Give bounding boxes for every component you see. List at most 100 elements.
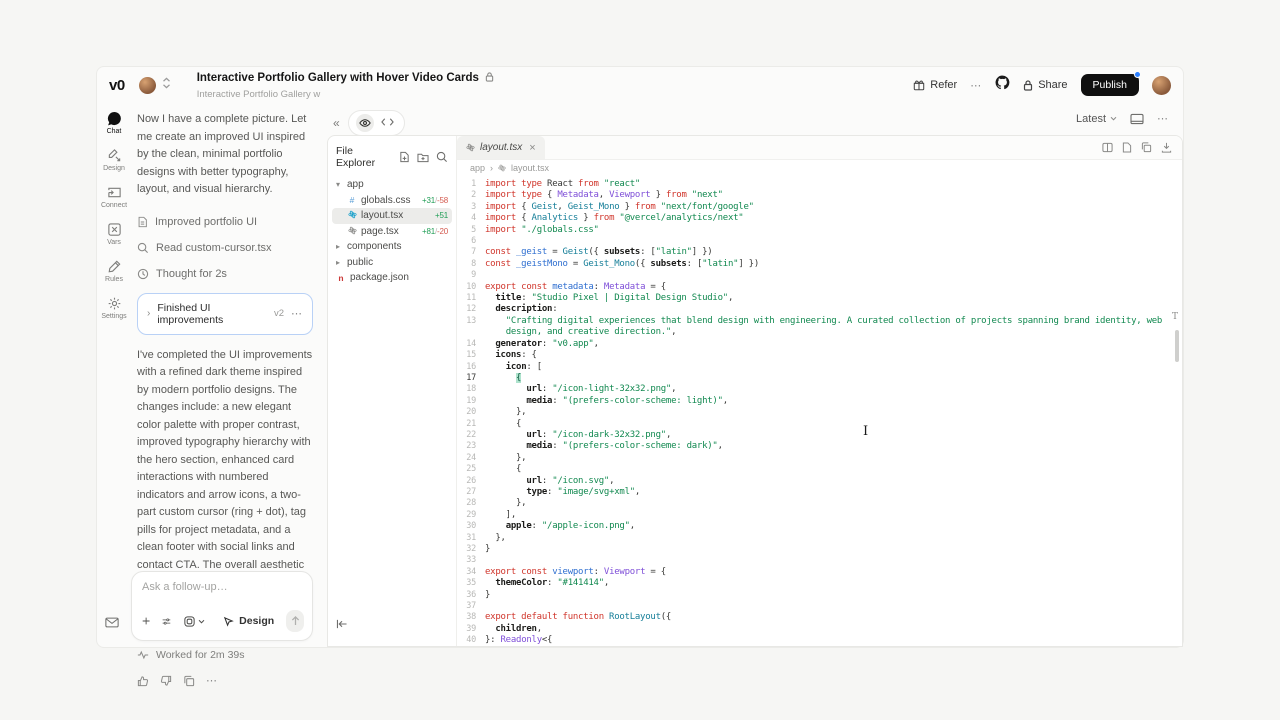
project-switcher-icon[interactable] [162,76,171,94]
chat-input-placeholder: Ask a follow-up… [142,581,302,593]
tree-file-page-tsx[interactable]: page.tsx +81/-20 [332,224,452,240]
tree-folder-app[interactable]: ▾ app [332,177,452,193]
close-tab-icon[interactable]: × [529,142,535,154]
message-more-button[interactable]: ⋯ [206,674,218,687]
share-button[interactable]: Share [1023,79,1067,91]
gear-icon [107,296,122,311]
rules-pencil-icon [107,259,122,274]
chat-input-box[interactable]: Ask a follow-up… Design [131,571,313,641]
project-subtitle: Interactive Portfolio Gallery w [197,90,494,101]
react-file-icon [498,164,506,172]
github-icon[interactable] [995,75,1010,95]
chevron-down-icon [198,619,205,624]
task-read-custom-cursor[interactable]: Read custom-cursor.tsx [137,235,313,261]
attach-plus-icon[interactable] [142,615,150,627]
search-icon [137,242,149,254]
preview-more-button[interactable]: ⋯ [1157,112,1169,125]
arrow-up-icon [291,616,300,626]
collapse-chat-button[interactable]: « [333,116,340,130]
split-editor-icon[interactable] [1102,142,1113,153]
copy-icon[interactable] [1141,142,1152,153]
npm-file-icon: n [336,273,346,283]
new-folder-icon[interactable] [417,152,429,163]
react-file-icon [466,143,475,152]
explorer-search-icon[interactable] [436,151,448,163]
tab-layout-tsx[interactable]: layout.tsx × [457,136,545,159]
v0-logo[interactable]: v0 [109,77,125,94]
thinking-spinner-icon [137,268,149,280]
sidebar-item-connect[interactable]: Connect [97,185,131,209]
assistant-summary-message: I've completed the UI improvements with … [137,347,313,610]
sidebar-item-chat[interactable]: Chat [97,111,131,135]
assistant-message: Now I have a complete picture. Let me cr… [137,111,313,199]
settings-sliders-icon[interactable] [162,616,171,627]
download-icon[interactable] [1161,142,1172,153]
view-toggle [348,110,405,136]
code-content[interactable]: 1import type React from "react"2import t… [457,176,1182,646]
activity-icon [137,650,149,660]
gift-icon [913,79,925,91]
publish-notification-dot [1134,71,1141,78]
publish-button[interactable]: Publish [1081,74,1139,96]
tree-file-globals-css[interactable]: # globals.css +31/-58 [332,193,452,209]
v0-app-window: v0 Interactive Portfolio Gallery with Ho… [96,66,1184,648]
tree-file-layout-tsx[interactable]: layout.tsx +51 [332,208,452,224]
tree-file-package-json[interactable]: n package.json [332,270,452,286]
left-rail: Chat Design Connect Vars Rules Settings [97,107,131,647]
file-icon [137,216,148,228]
breadcrumb-file[interactable]: layout.tsx [511,163,549,173]
editor-scrollbar[interactable] [1175,330,1179,362]
sidebar-item-settings[interactable]: Settings [97,296,131,320]
task-thought[interactable]: Thought for 2s [137,261,313,287]
project-avatar[interactable] [139,77,156,94]
private-lock-icon [485,69,494,87]
react-file-icon [347,226,357,237]
code-icon [381,117,394,127]
sidebar-item-vars[interactable]: Vars [97,222,131,246]
collapse-explorer-icon[interactable] [336,616,348,634]
chevron-down-icon: ▾ [336,180,343,189]
chat-bubble-icon [107,111,122,126]
chevron-right-icon: ▸ [336,242,343,251]
model-selector[interactable] [183,615,205,628]
text-cursor-pointer: I [863,424,868,439]
task-improved-portfolio[interactable]: Improved portfolio UI [137,209,313,235]
sidebar-item-design[interactable]: Design [97,148,131,172]
chevron-right-icon: ▸ [336,258,343,267]
chevron-right-icon: › [147,308,150,319]
pointer-icon [223,616,234,627]
header-more-button[interactable]: ⋯ [970,79,982,92]
copy-icon[interactable] [183,675,195,687]
version-selector[interactable]: Latest [1076,113,1117,125]
thumbs-down-icon[interactable] [160,675,172,687]
browser-preview-icon[interactable] [1130,113,1144,125]
share-lock-icon [1023,80,1033,91]
breadcrumb-root[interactable]: app [470,163,485,173]
chevron-down-icon [1110,116,1117,121]
user-avatar[interactable] [1152,76,1171,95]
feedback-envelope-icon[interactable] [105,615,119,633]
preview-toggle-button[interactable] [356,114,374,132]
file-explorer-title: File Explorer [336,145,392,169]
tree-folder-components[interactable]: ▸ components [332,239,452,255]
refer-button[interactable]: Refer [913,79,957,91]
send-button[interactable] [286,610,304,632]
code-toggle-button[interactable] [378,114,397,132]
thumbs-up-icon[interactable] [137,675,149,687]
chat-panel: Now I have a complete picture. Let me cr… [131,107,327,647]
finished-improvements-card[interactable]: › Finished UI improvements v2 ⋯ [137,293,313,335]
file-icon[interactable] [1122,142,1132,153]
eye-icon [359,118,371,128]
worked-duration-status: Worked for 2m 39s [137,649,313,661]
design-mode-button[interactable]: Design [223,615,274,627]
tree-folder-public[interactable]: ▸ public [332,255,452,271]
overview-ruler-marker: T [1172,312,1178,322]
model-icon [183,615,196,628]
css-file-icon: # [347,195,357,205]
breadcrumb: app › layout.tsx [457,160,1182,176]
file-explorer: File Explorer ▾ app # globals.css +31/-5… [328,136,457,646]
sidebar-item-rules[interactable]: Rules [97,259,131,283]
new-file-icon[interactable] [399,151,410,163]
card-more-button[interactable]: ⋯ [291,307,303,320]
project-title[interactable]: Interactive Portfolio Gallery with Hover… [197,72,479,85]
